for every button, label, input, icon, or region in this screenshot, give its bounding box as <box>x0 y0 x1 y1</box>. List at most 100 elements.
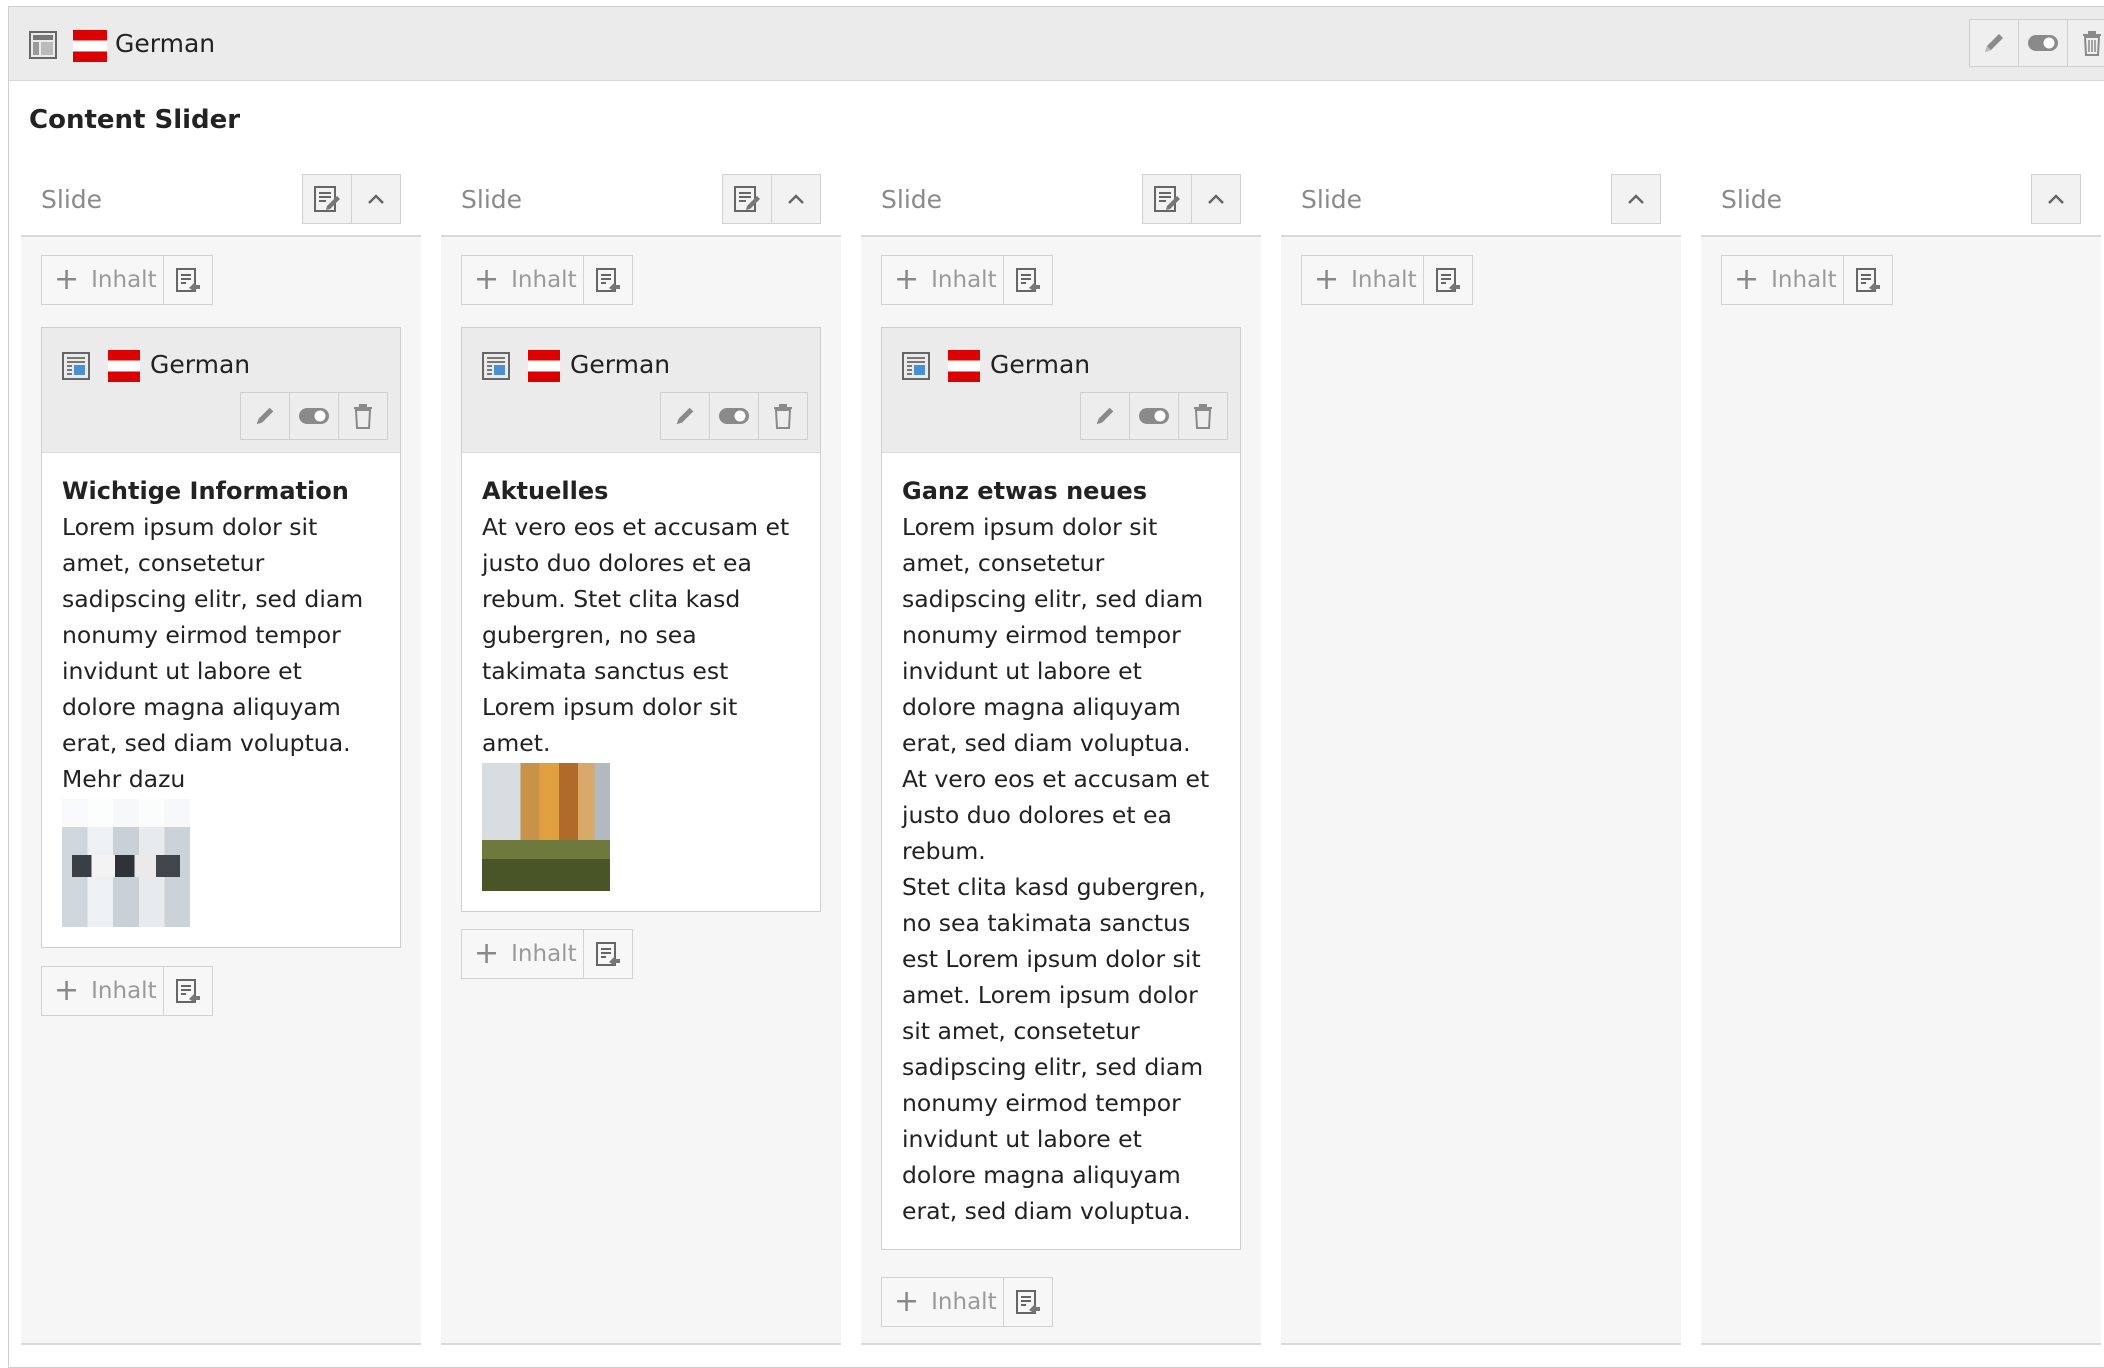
slide-title: Slide <box>461 185 523 214</box>
text-image-icon <box>62 352 90 380</box>
paste-button[interactable] <box>583 255 633 305</box>
plus-icon: + <box>894 262 920 297</box>
card-language: German <box>150 350 251 379</box>
pencil-icon <box>256 407 274 425</box>
text-image-icon <box>902 352 930 380</box>
slide-column-header: Slide <box>861 169 1261 237</box>
add-content-button[interactable]: + Inhalt <box>881 255 1004 305</box>
card-text: Lorem ipsum dolor sit amet, consetetur s… <box>902 513 1210 865</box>
card-heading: Aktuelles <box>482 477 609 505</box>
toggle-card-visibility-button[interactable] <box>709 392 759 440</box>
slide-title: Slide <box>881 185 943 214</box>
add-content-button[interactable]: + Inhalt <box>41 966 164 1016</box>
card-body: Wichtige Information Lorem ipsum dolor s… <box>42 453 400 947</box>
edit-slide-button[interactable] <box>302 174 352 224</box>
delete-card-button[interactable] <box>338 392 388 440</box>
content-element-frame: German Content Slider Slide + Inhalt Ger… <box>8 6 2104 1368</box>
add-content-button[interactable]: + Inhalt <box>461 929 584 979</box>
slide-column-header: Slide <box>21 169 421 237</box>
edit-document-icon <box>1154 186 1180 212</box>
edit-element-button[interactable] <box>1969 19 2019 67</box>
element-actions <box>1969 19 2104 67</box>
paste-button[interactable] <box>1843 255 1893 305</box>
pencil-icon <box>676 407 694 425</box>
plus-icon: + <box>1734 262 1760 297</box>
card-header: German <box>882 328 1240 453</box>
collapse-slide-button[interactable] <box>1611 174 1661 224</box>
edit-card-button[interactable] <box>1080 392 1130 440</box>
add-content-button[interactable]: + Inhalt <box>881 1277 1004 1327</box>
slide-column-body: + Inhalt <box>1701 237 2101 1345</box>
toggle-card-visibility-button[interactable] <box>289 392 339 440</box>
paste-button[interactable] <box>1003 1277 1053 1327</box>
austria-flag-icon <box>108 350 140 382</box>
card-body: Aktuelles At vero eos et accusam et just… <box>462 453 820 911</box>
paste-button[interactable] <box>163 966 213 1016</box>
toggle-icon <box>299 408 329 424</box>
add-content-button[interactable]: + Inhalt <box>1301 255 1424 305</box>
chevron-up-icon <box>1208 194 1224 204</box>
slide-column-5: Slide + Inhalt <box>1701 169 2101 1345</box>
austria-flag-icon <box>528 350 560 382</box>
collapse-slide-button[interactable] <box>351 174 401 224</box>
content-card: German Wichtige Information Lorem ipsum … <box>41 327 401 948</box>
pencil-icon <box>1985 34 2003 52</box>
text-image-icon <box>482 352 510 380</box>
slide-column-1: Slide + Inhalt German Wichtige Informati… <box>21 169 421 1345</box>
trash-icon <box>2083 31 2101 56</box>
slide-column-body: + Inhalt <box>1281 237 1681 1345</box>
paste-document-icon <box>1016 1290 1040 1314</box>
content-card: German Aktuelles At vero eos et accusam … <box>461 327 821 912</box>
slide-column-2: Slide + Inhalt German Aktuelles At vero … <box>441 169 841 1345</box>
delete-element-button[interactable] <box>2067 19 2104 67</box>
paste-document-icon <box>1436 268 1460 292</box>
chevron-up-icon <box>1628 194 1644 204</box>
paste-button[interactable] <box>163 255 213 305</box>
pencil-icon <box>1096 407 1114 425</box>
paste-button[interactable] <box>1423 255 1473 305</box>
element-language: German <box>115 29 216 58</box>
chevron-up-icon <box>788 194 804 204</box>
slide-column-4: Slide + Inhalt <box>1281 169 1681 1345</box>
slide-title: Slide <box>41 185 103 214</box>
trash-icon <box>1194 404 1212 429</box>
delete-card-button[interactable] <box>758 392 808 440</box>
toggle-icon <box>719 408 749 424</box>
content-card: German Ganz etwas neues Lorem ipsum dolo… <box>881 327 1241 1250</box>
edit-card-button[interactable] <box>660 392 710 440</box>
paste-button[interactable] <box>583 929 633 979</box>
collapse-slide-button[interactable] <box>2031 174 2081 224</box>
toggle-visibility-button[interactable] <box>2018 19 2068 67</box>
edit-card-button[interactable] <box>240 392 290 440</box>
toggle-card-visibility-button[interactable] <box>1129 392 1179 440</box>
add-content-button[interactable]: + Inhalt <box>41 255 164 305</box>
add-content-button[interactable]: + Inhalt <box>1721 255 1844 305</box>
card-image <box>482 763 610 891</box>
layout-grid-icon <box>29 31 57 59</box>
content-title: Content Slider <box>29 105 241 135</box>
paste-button[interactable] <box>1003 255 1053 305</box>
add-content-button[interactable]: + Inhalt <box>461 255 584 305</box>
card-language: German <box>570 350 671 379</box>
edit-document-icon <box>314 186 340 212</box>
toggle-icon <box>2028 35 2058 51</box>
plus-icon: + <box>474 936 500 971</box>
paste-document-icon <box>596 268 620 292</box>
plus-icon: + <box>474 262 500 297</box>
collapse-slide-button[interactable] <box>1191 174 1241 224</box>
slide-column-header: Slide <box>441 169 841 237</box>
toggle-icon <box>1139 408 1169 424</box>
delete-card-button[interactable] <box>1178 392 1228 440</box>
trash-icon <box>774 404 792 429</box>
card-heading: Ganz etwas neues <box>902 477 1148 505</box>
paste-document-icon <box>176 979 200 1003</box>
plus-icon: + <box>1314 262 1340 297</box>
card-heading: Wichtige Information <box>62 477 349 505</box>
collapse-slide-button[interactable] <box>771 174 821 224</box>
slide-column-body: + Inhalt German Aktuelles At vero eos et… <box>441 237 841 1345</box>
slide-column-body: + Inhalt German Wichtige Information Lor… <box>21 237 421 1345</box>
edit-slide-button[interactable] <box>1142 174 1192 224</box>
austria-flag-icon <box>73 30 107 62</box>
paste-document-icon <box>1016 268 1040 292</box>
edit-slide-button[interactable] <box>722 174 772 224</box>
